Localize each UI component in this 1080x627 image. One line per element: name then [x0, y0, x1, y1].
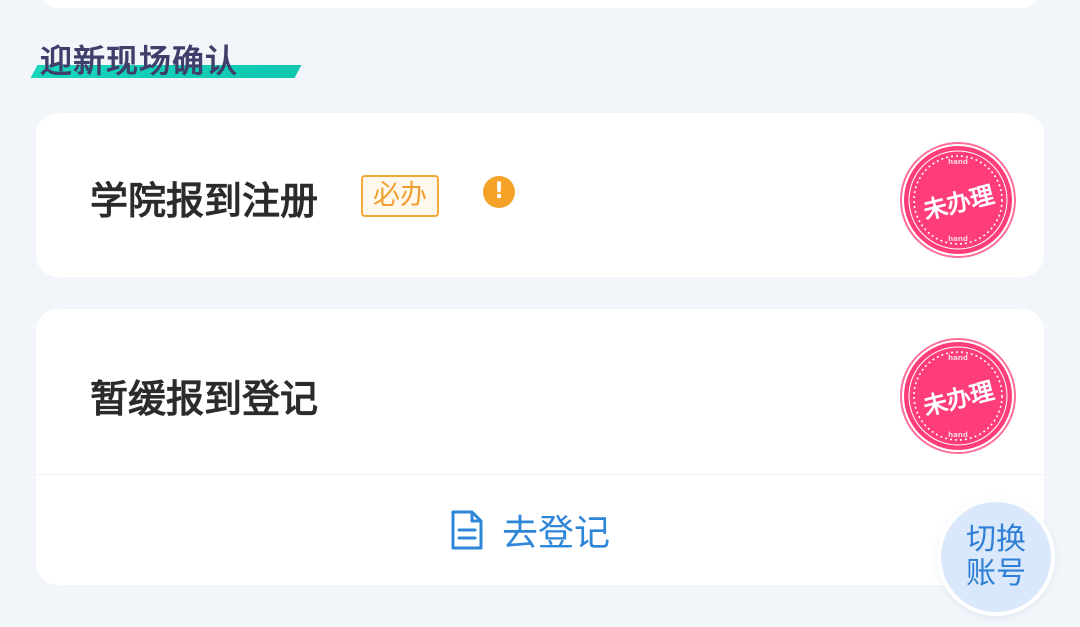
switch-account-line2: 账号	[966, 556, 1026, 591]
task-card-deferred-registration: 暂缓报到登记 hand 未办理 hand 去登记	[36, 309, 1044, 585]
required-badge: 必办	[361, 175, 439, 217]
previous-card-bottom	[36, 0, 1044, 8]
task-card-college-registration[interactable]: 学院报到注册 必办 ! hand 未办理 hand	[36, 113, 1044, 277]
section-title: 迎新现场确认	[30, 36, 302, 86]
stamp-small-text-top: hand	[948, 354, 968, 362]
status-stamp: hand 未办理 hand	[900, 338, 1016, 454]
stamp-small-text-bottom: hand	[948, 431, 968, 439]
register-action-button[interactable]: 去登记	[36, 475, 1044, 585]
task-title: 学院报到注册	[90, 179, 319, 223]
switch-account-button[interactable]: 切换 账号	[941, 502, 1051, 612]
status-stamp: hand 未办理 hand	[900, 142, 1016, 258]
stamp-small-text-bottom: hand	[948, 235, 968, 243]
exclamation-circle-icon[interactable]: !	[483, 176, 515, 208]
switch-account-line1: 切换	[966, 522, 1026, 557]
stamp-small-text-top: hand	[948, 158, 968, 166]
task-title: 暂缓报到登记	[90, 377, 319, 421]
section-title-text: 迎新现场确认	[40, 42, 239, 80]
document-icon	[451, 510, 483, 550]
register-action-label: 去登记	[501, 513, 610, 554]
